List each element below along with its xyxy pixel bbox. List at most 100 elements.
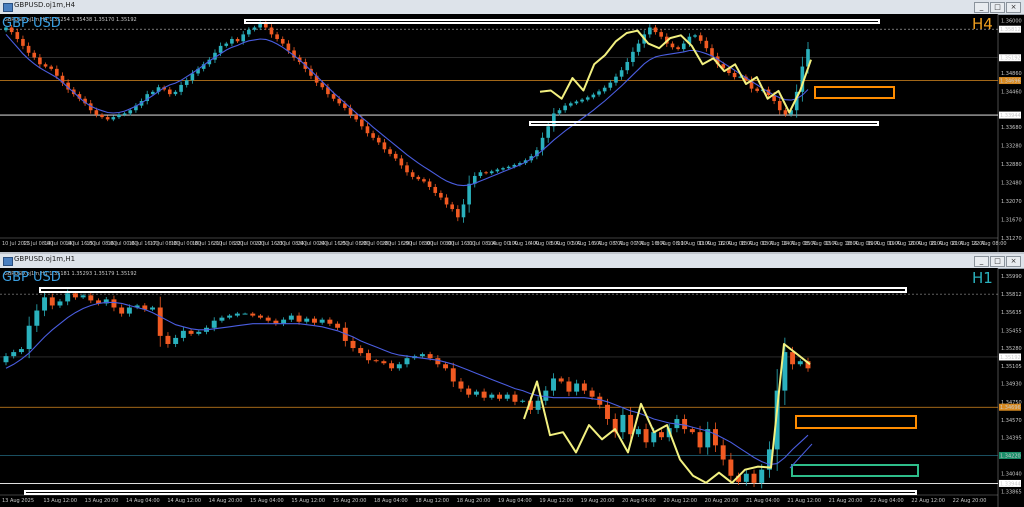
chart-window-h4[interactable]: GBPUSD.oj1m,H4 _ □ × GBPUSD.oj1m,H4 1.35… xyxy=(0,0,1024,252)
price-axis-label: 1.32070 xyxy=(1001,199,1022,205)
candle-bear xyxy=(382,142,387,150)
candle-bull xyxy=(252,27,257,30)
candle-bear xyxy=(443,364,449,369)
time-axis-label: 19 Aug 04:00 xyxy=(498,498,532,504)
candle-bull xyxy=(151,91,155,95)
candle-bear xyxy=(165,335,171,344)
candle-bull xyxy=(574,101,579,104)
candle-bull xyxy=(597,91,601,95)
candle-bear xyxy=(94,110,99,115)
symbol-label: GBP USD xyxy=(2,16,61,31)
candle-bull xyxy=(631,51,635,62)
candle-bull xyxy=(180,330,186,338)
candle-bull xyxy=(11,352,17,357)
candle-bear xyxy=(512,394,518,402)
candle-bear xyxy=(376,137,381,143)
candle-bear xyxy=(365,126,370,134)
price-axis-label: 1.32480 xyxy=(1001,180,1022,186)
candle-bull xyxy=(281,319,287,324)
candle-bear xyxy=(286,43,291,51)
candle-bear xyxy=(659,32,663,37)
minimize-button[interactable]: _ xyxy=(974,2,989,13)
candle-bear xyxy=(55,68,59,76)
candle-bull xyxy=(122,113,127,115)
symbol-label: GBP USD xyxy=(2,270,61,285)
candle-bear xyxy=(157,307,163,336)
candle-bull xyxy=(404,358,410,365)
candle-bull xyxy=(111,117,116,120)
window-titlebar-h1[interactable]: GBPUSD.oj1m,H1 _ □ × xyxy=(0,254,1024,269)
candle-bull xyxy=(80,295,86,298)
close-button[interactable]: × xyxy=(1006,2,1021,13)
candle-bear xyxy=(373,360,379,362)
candle-bear xyxy=(331,94,336,99)
time-axis-label: 22 Aug 04:00 xyxy=(870,498,904,504)
candle-bull xyxy=(543,390,549,401)
candle-bear xyxy=(728,459,734,476)
candle-bear xyxy=(111,299,117,308)
minimize-button[interactable]: _ xyxy=(974,256,989,267)
candle-bear xyxy=(450,368,456,382)
chart-window-h1[interactable]: GBPUSD.oj1m,H1 _ □ × GBPUSD.oj1m,H1 1.35… xyxy=(0,254,1024,507)
time-axis-label: 22 Aug 20:00 xyxy=(953,498,987,504)
candle-bull xyxy=(551,378,556,391)
candle-bear xyxy=(653,27,658,33)
time-axis-label: 18 Aug 20:00 xyxy=(457,498,491,504)
candle-bear xyxy=(72,293,78,298)
candle-bull xyxy=(636,43,641,52)
candle-bull xyxy=(473,391,479,395)
candle-bull xyxy=(501,168,505,170)
candle-bull xyxy=(247,29,251,35)
candle-bull xyxy=(535,400,541,410)
candle-bear xyxy=(188,330,194,334)
candle-bear xyxy=(697,432,703,448)
candle-bull xyxy=(34,310,40,326)
candle-bull xyxy=(211,320,217,328)
candle-bear xyxy=(416,176,421,180)
candlestick-chart-h1[interactable]: GBPUSD.oj1m,H1 1.35181 1.35293 1.35179 1… xyxy=(0,268,1024,507)
time-axis-label: 15 Aug 20:00 xyxy=(333,498,367,504)
candle-bull xyxy=(651,432,657,443)
time-axis-label: 21 Aug 12:00 xyxy=(787,498,821,504)
candle-bull xyxy=(26,325,32,350)
price-tag-label: 1.34696 xyxy=(1000,79,1021,85)
candle-bear xyxy=(275,34,279,39)
close-button[interactable]: × xyxy=(1006,256,1021,267)
candle-bear xyxy=(269,27,274,35)
candle-bull xyxy=(504,394,510,399)
candle-bull xyxy=(546,126,551,138)
price-axis-label: 1.34570 xyxy=(1001,418,1022,424)
candle-bull xyxy=(489,171,494,174)
candle-bear xyxy=(38,57,42,65)
candle-bear xyxy=(26,45,31,53)
candle-bear xyxy=(410,172,415,177)
candle-bull xyxy=(591,94,596,98)
candle-bear xyxy=(698,35,703,41)
price-tag-label: 1.34696 xyxy=(1000,405,1021,411)
candle-bull xyxy=(602,87,607,92)
price-axis-label: 1.34040 xyxy=(1001,472,1022,478)
window-titlebar-h4[interactable]: GBPUSD.oj1m,H4 _ □ × xyxy=(0,0,1024,15)
candle-bear xyxy=(682,418,688,430)
price-axis-label: 1.33865 xyxy=(1001,489,1022,495)
candle-bear xyxy=(427,181,432,187)
candle-bear xyxy=(558,378,564,382)
candle-bull xyxy=(563,105,567,111)
candle-bull xyxy=(150,307,155,310)
candle-bear xyxy=(393,153,398,159)
price-axis-label: 1.35105 xyxy=(1001,364,1022,370)
maximize-button[interactable]: □ xyxy=(990,2,1005,13)
candle-bull xyxy=(608,82,613,88)
candle-bear xyxy=(422,179,426,182)
candle-bear xyxy=(296,315,302,322)
candle-bull xyxy=(635,429,641,435)
timeframe-label: H4 xyxy=(972,15,993,33)
candle-bear xyxy=(49,297,55,306)
time-axis-label: 20 Aug 20:00 xyxy=(705,498,739,504)
candlestick-chart-h4[interactable]: GBPUSD.oj1m,H4 1.35254 1.35438 1.35170 1… xyxy=(0,14,1024,252)
maximize-button[interactable]: □ xyxy=(990,256,1005,267)
candle-bull xyxy=(173,337,179,344)
candle-bear xyxy=(280,38,285,44)
candle-bull xyxy=(42,297,48,311)
candle-bear xyxy=(119,307,125,314)
